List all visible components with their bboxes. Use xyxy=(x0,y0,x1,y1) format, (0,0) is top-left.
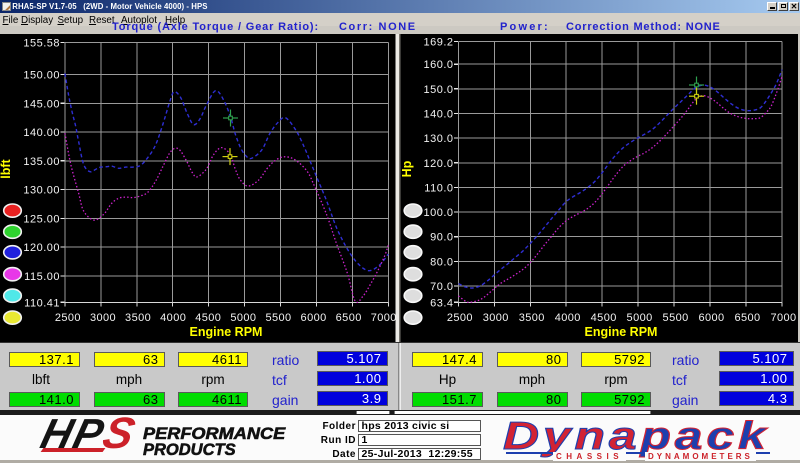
svg-text:4500: 4500 xyxy=(195,312,221,324)
svg-text:120.00: 120.00 xyxy=(23,242,60,254)
svg-text:Engine RPM: Engine RPM xyxy=(190,325,263,339)
svg-text:3500: 3500 xyxy=(519,312,545,324)
svg-text:150.0: 150.0 xyxy=(423,84,453,96)
svg-text:110.0: 110.0 xyxy=(424,182,453,194)
svg-text:Engine RPM: Engine RPM xyxy=(585,325,658,339)
svg-text:160.0: 160.0 xyxy=(423,59,453,71)
svg-text:155.58: 155.58 xyxy=(23,37,60,49)
svg-text:4500: 4500 xyxy=(591,312,617,324)
svg-text:7000: 7000 xyxy=(770,312,796,324)
svg-text:4000: 4000 xyxy=(555,312,581,324)
svg-text:63.4: 63.4 xyxy=(430,297,453,309)
svg-text:125.00: 125.00 xyxy=(23,213,60,225)
svg-text:169.2: 169.2 xyxy=(423,37,453,49)
svg-text:120.0: 120.0 xyxy=(423,158,453,170)
svg-text:5000: 5000 xyxy=(230,312,256,324)
svg-text:2500: 2500 xyxy=(447,312,473,324)
svg-text:135.00: 135.00 xyxy=(23,156,60,168)
svg-text:145.00: 145.00 xyxy=(23,98,60,110)
svg-text:140.00: 140.00 xyxy=(23,127,60,139)
svg-text:3000: 3000 xyxy=(90,312,116,324)
svg-text:3000: 3000 xyxy=(483,312,509,324)
svg-text:130.0: 130.0 xyxy=(423,133,453,145)
svg-text:100.0: 100.0 xyxy=(423,207,453,219)
svg-text:130.00: 130.00 xyxy=(23,185,60,197)
svg-text:80.0: 80.0 xyxy=(430,256,453,268)
svg-text:3500: 3500 xyxy=(125,312,151,324)
svg-text:150.00: 150.00 xyxy=(23,70,60,82)
svg-text:4000: 4000 xyxy=(160,312,186,324)
svg-text:lbft: lbft xyxy=(0,158,13,178)
svg-text:70.0: 70.0 xyxy=(430,281,453,293)
svg-text:5500: 5500 xyxy=(265,312,291,324)
svg-text:90.0: 90.0 xyxy=(430,232,453,244)
svg-text:6500: 6500 xyxy=(336,312,362,324)
svg-text:7000: 7000 xyxy=(371,312,397,324)
svg-text:5000: 5000 xyxy=(627,312,653,324)
svg-text:2500: 2500 xyxy=(55,312,81,324)
svg-text:140.0: 140.0 xyxy=(423,109,453,121)
svg-text:5500: 5500 xyxy=(663,312,689,324)
svg-text:115.00: 115.00 xyxy=(24,271,60,283)
svg-text:6000: 6000 xyxy=(301,312,327,324)
svg-text:Hp: Hp xyxy=(400,160,414,177)
svg-text:6500: 6500 xyxy=(734,312,760,324)
svg-text:6000: 6000 xyxy=(698,312,724,324)
svg-text:110.41: 110.41 xyxy=(24,297,60,309)
